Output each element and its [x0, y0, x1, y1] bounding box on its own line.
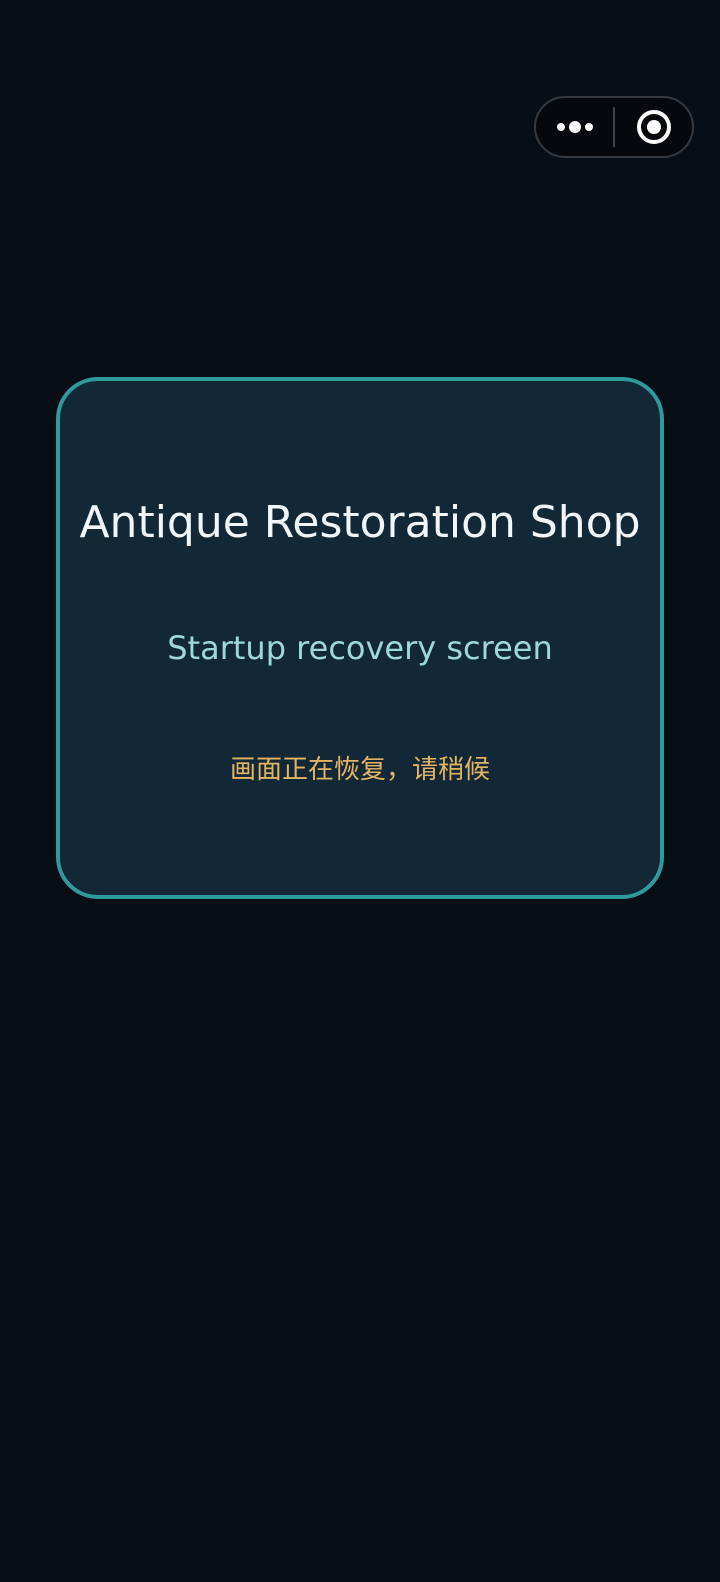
recovery-status-text: 画面正在恢复，请稍候	[229, 755, 490, 785]
mini-program-capsule	[534, 96, 694, 158]
more-dots-icon	[556, 121, 593, 133]
recovery-card: Antique Restoration Shop Startup recover…	[56, 377, 664, 899]
more-button[interactable]	[536, 98, 613, 156]
target-circle-icon	[636, 110, 671, 144]
close-button[interactable]	[615, 98, 692, 156]
screen-subtitle: Startup recovery screen	[167, 629, 553, 667]
startup-recovery-page: Antique Restoration Shop Startup recover…	[0, 0, 720, 1582]
app-title: Antique Restoration Shop	[79, 497, 641, 548]
